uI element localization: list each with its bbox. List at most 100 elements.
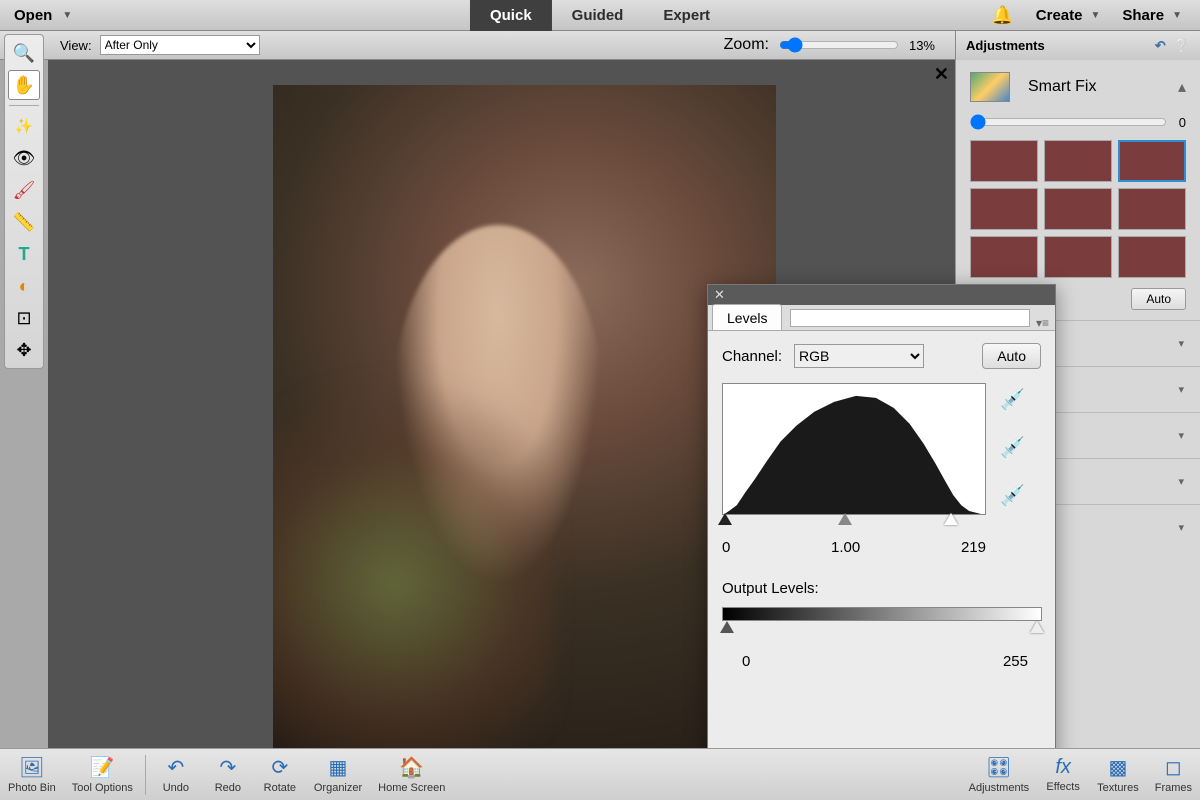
rotate-icon: ⟳ [271,755,288,780]
input-gamma-slider[interactable] [838,513,852,525]
input-gamma-value: 1.00 [730,539,961,556]
spot-heal-tool[interactable]: ◐ [8,271,40,301]
textures-icon: ▩ [1108,755,1127,780]
levels-dialog[interactable]: ✕ Levels ▾≡ Channel: RGB Auto [707,284,1056,798]
output-sliders [722,621,1042,637]
input-white-value: 219 [961,539,986,556]
preset-thumb[interactable] [1118,188,1186,230]
adjustments-header: Adjustments ↶ ❔ [955,31,1200,60]
zoom-tool[interactable]: 🔍 [8,38,40,68]
levels-tabs: Levels ▾≡ [708,305,1055,331]
histogram [722,383,986,515]
hand-tool[interactable]: ✋ [8,70,40,100]
homescreen-button[interactable]: 🏠Home Screen [370,755,453,794]
top-menubar: Open ▼ Quick Guided Expert 🔔 Create▼ Sha… [0,0,1200,31]
effects-icon: fx [1055,756,1071,779]
levels-body: Channel: RGB Auto 0 1.00 219 [708,331,1055,682]
output-black-slider[interactable] [720,621,734,633]
open-menu[interactable]: Open ▼ [14,7,72,24]
levels-tab[interactable]: Levels [712,304,782,330]
preset-thumb[interactable] [970,140,1038,182]
close-document-icon[interactable]: ✕ [934,64,949,85]
zoom-percent: 13% [909,38,935,53]
dropdown-icon: ▼ [1172,10,1182,21]
view-select[interactable]: After Only [100,35,260,55]
smartfix-title: Smart Fix [1028,78,1096,96]
preset-thumb[interactable] [1044,188,1112,230]
undo-button[interactable]: ↶Undo [150,755,202,794]
zoom-label: Zoom: [724,36,769,54]
right-menu: 🔔 Create▼ Share▼ [991,5,1182,26]
output-white-value: 255 [885,653,1042,670]
smartfix-auto-button[interactable]: Auto [1131,288,1186,310]
frames-icon: ◻ [1165,755,1182,780]
preset-thumb[interactable] [970,236,1038,278]
input-black-slider[interactable] [718,513,732,525]
open-label: Open [14,7,52,24]
channel-select[interactable]: RGB [794,344,924,368]
preset-thumb[interactable] [1044,236,1112,278]
output-white-slider[interactable] [1030,621,1044,633]
preset-thumb[interactable] [1118,140,1186,182]
levels-preset-select[interactable] [790,309,1030,327]
adjustments-tab-button[interactable]: 🎛Adjustments [961,755,1038,794]
crop-tool[interactable]: ⊡ [8,303,40,333]
eyedropper-group: 💉 💉 💉 [1000,383,1026,556]
chevron-down-icon: ▾ [1178,475,1184,488]
move-tool[interactable]: ✥ [8,335,40,365]
frames-tab-button[interactable]: ◻Frames [1147,755,1200,794]
output-levels-label: Output Levels: [722,580,1041,597]
undo-icon: ↶ [167,755,184,780]
smartfix-icon [970,72,1010,102]
separator [145,755,146,795]
organizer-button[interactable]: ▦Organizer [306,755,370,794]
redo-icon: ↷ [219,755,236,780]
view-label: View: [60,38,92,53]
rotate-button[interactable]: ⟳Rotate [254,755,306,794]
text-tool[interactable]: T [8,239,40,269]
share-menu[interactable]: Share▼ [1122,7,1182,24]
panel-menu-icon[interactable]: ▾≡ [1036,316,1049,330]
quick-select-tool[interactable]: ✨ [8,111,40,141]
preset-thumb[interactable] [1118,236,1186,278]
tab-guided[interactable]: Guided [552,0,644,31]
chevron-down-icon: ▾ [1178,337,1184,350]
preset-thumb[interactable] [970,188,1038,230]
notifications-icon[interactable]: 🔔 [991,5,1013,26]
gray-eyedropper-icon[interactable]: 💉 [1000,435,1026,461]
input-white-slider[interactable] [944,513,958,525]
preset-thumb[interactable] [1044,140,1112,182]
textures-tab-button[interactable]: ▩Textures [1089,755,1147,794]
smartfix-presets [970,140,1186,278]
create-menu[interactable]: Create▼ [1036,7,1101,24]
black-eyedropper-icon[interactable]: 💉 [1000,387,1026,413]
reset-icon[interactable]: ↶ [1155,38,1166,54]
effects-tab-button[interactable]: fxEffects [1037,755,1089,794]
photobin-icon: 🖼 [19,755,44,780]
photobin-button[interactable]: 🖼Photo Bin [0,755,64,794]
output-gradient [722,607,1042,621]
channel-label: Channel: [722,348,782,365]
output-black-value: 0 [722,653,885,670]
eye-tool[interactable]: 👁 [8,143,40,173]
levels-titlebar[interactable]: ✕ [708,285,1055,305]
straighten-tool[interactable]: 📏 [8,207,40,237]
home-icon: 🏠 [399,755,424,780]
whiten-teeth-tool[interactable]: 🖌 [8,175,40,205]
smartfix-value: 0 [1179,115,1186,130]
organizer-icon: ▦ [329,755,348,780]
help-icon[interactable]: ❔ [1174,38,1190,54]
dropdown-icon: ▼ [1090,10,1100,21]
collapse-icon[interactable]: ▴ [1178,77,1186,97]
tab-expert[interactable]: Expert [643,0,730,31]
close-icon[interactable]: ✕ [714,287,725,303]
levels-auto-button[interactable]: Auto [982,343,1041,369]
smartfix-slider[interactable] [970,114,1167,130]
zoom-slider[interactable] [779,37,899,53]
sub-bar: View: After Only Zoom: 13% Adjustments ↶… [0,31,1200,60]
tooloptions-button[interactable]: 📝Tool Options [64,755,141,794]
photo-preview[interactable] [273,85,776,748]
tab-quick[interactable]: Quick [470,0,552,31]
redo-button[interactable]: ↷Redo [202,755,254,794]
white-eyedropper-icon[interactable]: 💉 [1000,483,1026,509]
